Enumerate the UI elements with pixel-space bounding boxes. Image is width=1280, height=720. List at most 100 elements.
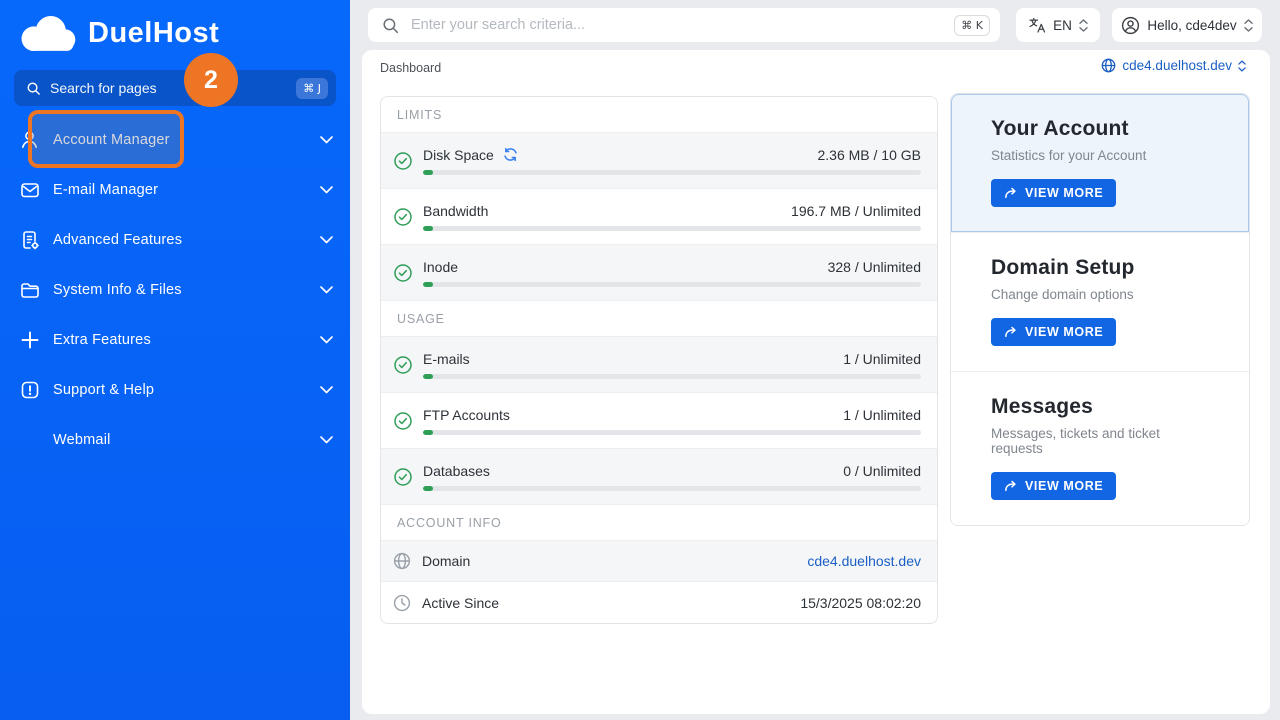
sidebar-item-support-help[interactable]: Support & Help xyxy=(0,365,350,415)
sidebar-item-webmail[interactable]: Webmail xyxy=(0,415,350,465)
table-row: Domain cde4.duelhost.dev xyxy=(381,541,937,582)
envelope-icon xyxy=(20,180,40,200)
card-domain-setup: Domain Setup Change domain options VIEW … xyxy=(951,233,1249,372)
table-row: Disk Space 2.36 MB / 10 GB xyxy=(381,133,937,189)
domain-link[interactable]: cde4.duelhost.dev xyxy=(807,553,921,569)
main-panel: Dashboard cde4.duelhost.dev LIMITS Disk … xyxy=(362,50,1270,714)
app-title: DuelHost xyxy=(88,17,219,50)
sidebar-item-label: Support & Help xyxy=(53,382,320,398)
user-menu[interactable]: Hello, cde4dev xyxy=(1112,8,1262,42)
user-greeting: Hello, cde4dev xyxy=(1147,18,1236,33)
progress-bar xyxy=(423,430,921,435)
exclamation-square-icon xyxy=(20,380,40,400)
plus-icon xyxy=(20,330,40,350)
card-title: Domain Setup xyxy=(991,256,1209,280)
document-gear-icon xyxy=(20,230,40,250)
stat-label: Bandwidth xyxy=(423,203,488,219)
cloud-logo-icon xyxy=(14,10,80,56)
sidebar-item-system-info-files[interactable]: System Info & Files xyxy=(0,265,350,315)
globe-icon xyxy=(393,552,411,570)
section-header-usage: USAGE xyxy=(381,301,937,337)
sidebar-search[interactable]: ⌘ J xyxy=(14,70,336,106)
card-your-account: Your Account Statistics for your Account… xyxy=(951,94,1249,233)
global-search[interactable]: ⌘ K xyxy=(368,8,1000,42)
view-more-button[interactable]: VIEW MORE xyxy=(991,472,1116,500)
chevron-down-icon xyxy=(320,336,333,344)
refresh-icon[interactable] xyxy=(503,147,518,162)
sidebar-item-extra-features[interactable]: Extra Features xyxy=(0,315,350,365)
progress-bar xyxy=(423,170,921,175)
sidebar-item-label: Extra Features xyxy=(53,332,320,348)
section-header-account-info: ACCOUNT INFO xyxy=(381,505,937,541)
stat-value: 196.7 MB / Unlimited xyxy=(791,203,921,219)
redirect-arrow-icon xyxy=(1004,326,1017,338)
chevron-down-icon xyxy=(320,436,333,444)
table-row: Active Since 15/3/2025 08:02:20 xyxy=(381,582,937,623)
table-row: Databases 0 / Unlimited xyxy=(381,449,937,505)
progress-fill xyxy=(423,282,433,287)
chevron-down-icon xyxy=(320,136,333,144)
stat-label: FTP Accounts xyxy=(423,407,510,423)
stat-value: 1 / Unlimited xyxy=(843,407,921,423)
check-circle-icon xyxy=(393,355,413,375)
progress-bar xyxy=(423,374,921,379)
sidebar-item-label: Webmail xyxy=(53,432,320,448)
chevron-down-icon xyxy=(320,386,333,394)
user-circle-icon xyxy=(1121,16,1140,35)
card-messages: Messages Messages, tickets and ticket re… xyxy=(951,372,1249,525)
updown-chevron-icon xyxy=(1079,19,1088,32)
info-label: Domain xyxy=(422,553,470,569)
folder-icon xyxy=(20,280,40,300)
updown-chevron-icon xyxy=(1244,19,1253,32)
sidebar-item-email-manager[interactable]: E-mail Manager xyxy=(0,165,350,215)
spacer xyxy=(20,430,40,450)
redirect-arrow-icon xyxy=(1004,480,1017,492)
table-row: Inode 328 / Unlimited xyxy=(381,245,937,301)
check-circle-icon xyxy=(393,207,413,227)
check-circle-icon xyxy=(393,411,413,431)
global-search-input[interactable] xyxy=(411,17,954,33)
sidebar-item-label: System Info & Files xyxy=(53,282,320,298)
keyboard-shortcut-badge: ⌘ K xyxy=(954,15,990,36)
progress-fill xyxy=(423,374,433,379)
stat-label: Inode xyxy=(423,259,458,275)
sidebar-item-label: E-mail Manager xyxy=(53,182,320,198)
card-subtitle: Statistics for your Account xyxy=(991,148,1209,163)
chevron-down-icon xyxy=(320,286,333,294)
progress-fill xyxy=(423,430,433,435)
tutorial-highlight-box xyxy=(28,110,184,168)
table-row: E-mails 1 / Unlimited xyxy=(381,337,937,393)
stat-value: 2.36 MB / 10 GB xyxy=(818,147,922,163)
sidebar-item-label: Advanced Features xyxy=(53,232,320,248)
view-more-button[interactable]: VIEW MORE xyxy=(991,318,1116,346)
chevron-down-icon xyxy=(320,236,333,244)
account-stats-table: LIMITS Disk Space 2.36 MB / 10 GB xyxy=(380,96,938,624)
view-more-label: VIEW MORE xyxy=(1025,325,1103,339)
progress-fill xyxy=(423,226,433,231)
search-icon xyxy=(26,81,41,96)
progress-bar xyxy=(423,226,921,231)
clock-icon xyxy=(393,594,411,612)
info-value: 15/3/2025 08:02:20 xyxy=(800,595,921,611)
table-row: Bandwidth 196.7 MB / Unlimited xyxy=(381,189,937,245)
view-more-button[interactable]: VIEW MORE xyxy=(991,179,1116,207)
breadcrumb: Dashboard xyxy=(380,61,441,75)
chevron-down-icon xyxy=(320,186,333,194)
sidebar-item-advanced-features[interactable]: Advanced Features xyxy=(0,215,350,265)
updown-chevron-icon xyxy=(1238,60,1246,72)
sidebar-search-input[interactable] xyxy=(50,80,296,96)
language-code: EN xyxy=(1053,18,1072,33)
card-title: Messages xyxy=(991,395,1209,419)
view-more-label: VIEW MORE xyxy=(1025,186,1103,200)
stat-value: 1 / Unlimited xyxy=(843,351,921,367)
domain-selector[interactable]: cde4.duelhost.dev xyxy=(1101,58,1246,73)
app-logo[interactable]: DuelHost xyxy=(0,0,350,66)
quick-link-cards: Your Account Statistics for your Account… xyxy=(950,93,1250,526)
table-row: FTP Accounts 1 / Unlimited xyxy=(381,393,937,449)
progress-bar xyxy=(423,486,921,491)
stat-label: Disk Space xyxy=(423,147,494,163)
language-selector[interactable]: EN xyxy=(1016,8,1100,42)
view-more-label: VIEW MORE xyxy=(1025,479,1103,493)
redirect-arrow-icon xyxy=(1004,187,1017,199)
current-domain: cde4.duelhost.dev xyxy=(1122,58,1232,73)
